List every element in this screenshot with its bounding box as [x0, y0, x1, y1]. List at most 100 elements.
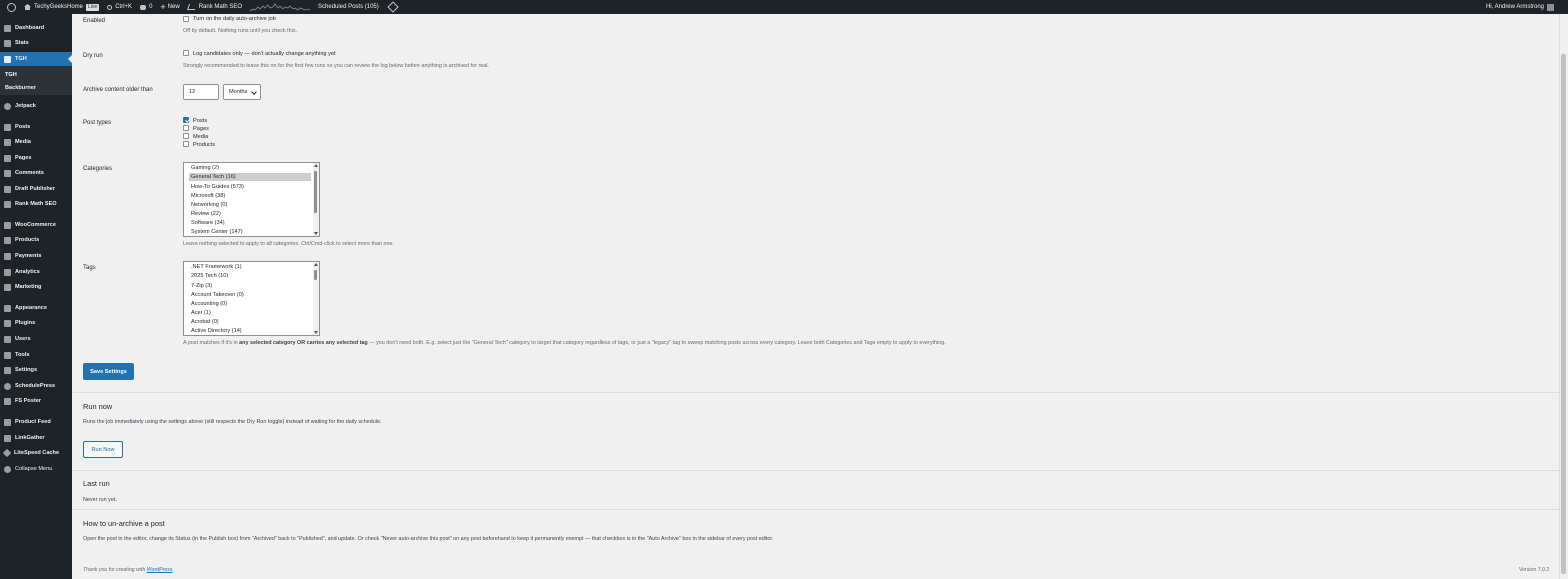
tags-listbox[interactable]: .NET Framework (1) 2025 Tech (10) 7-Zip … — [183, 261, 320, 336]
sidebar-item-payments[interactable]: Payments — [0, 249, 72, 263]
category-option[interactable]: Review (22) — [189, 210, 311, 218]
comments-link[interactable]: 0 — [136, 0, 156, 14]
sidebar-item-fsposter[interactable]: FS Poster — [0, 394, 72, 408]
tag-option[interactable]: 2025 Tech (10) — [189, 272, 311, 280]
site-name-link[interactable]: TechyGeeksHome Live — [20, 0, 103, 14]
sidebar-item-label: Pages — [15, 155, 32, 161]
stats-sparkline[interactable] — [250, 2, 311, 12]
site-name: TechyGeeksHome — [34, 4, 84, 10]
category-option[interactable]: Microsoft (38) — [189, 192, 311, 200]
tags-scrollbar[interactable] — [313, 262, 319, 335]
scrollbar-thumb[interactable] — [314, 171, 317, 213]
sidebar-item-stats[interactable]: Stats — [0, 36, 72, 50]
sidebar-item-tools[interactable]: Tools — [0, 348, 72, 362]
archive-unit-select[interactable]: Months — [223, 84, 261, 100]
payments-icon — [4, 252, 11, 260]
command-palette-button[interactable]: Ctrl+K — [103, 0, 136, 14]
sidebar-item-litespeed[interactable]: LiteSpeed Cache — [0, 446, 72, 460]
enabled-description: Off by default. Nothing runs until you c… — [183, 28, 298, 34]
admin-sidebar: Dashboard Stats TGH TGH Backburner Jetpa… — [0, 14, 72, 579]
new-content-button[interactable]: + New — [156, 0, 183, 14]
tag-option[interactable]: Accounting (0) — [189, 300, 311, 308]
comment-bubble-icon — [140, 4, 147, 10]
sidebar-item-appearance[interactable]: Appearance — [0, 301, 72, 315]
sidebar-item-tgh[interactable]: TGH — [0, 52, 72, 66]
diamond-icon[interactable] — [387, 1, 399, 13]
category-option[interactable]: Networking (0) — [189, 201, 311, 209]
scroll-up-icon[interactable] — [314, 164, 318, 167]
tag-option[interactable]: .NET Framework (1) — [189, 263, 311, 271]
tag-option[interactable]: Active Directory (14) — [189, 327, 311, 335]
submenu-item-tgh[interactable]: TGH — [5, 72, 17, 78]
sidebar-item-posts[interactable]: Posts — [0, 120, 72, 134]
page-scrollbar[interactable] — [1559, 14, 1568, 579]
tag-option[interactable]: Account Takeover (0) — [189, 291, 311, 299]
plus-icon: + — [160, 1, 166, 12]
categories-scrollbar[interactable] — [313, 163, 319, 236]
post-type-products-checkbox[interactable] — [183, 141, 189, 147]
wordpress-logo-icon — [7, 2, 16, 12]
user-greeting: Hi, Andrew Armstrong — [1485, 4, 1544, 10]
last-run-status: Never run yet. — [83, 497, 117, 503]
sidebar-item-label: Analytics — [15, 269, 40, 275]
save-settings-button[interactable]: Save Settings — [83, 363, 134, 380]
sidebar-item-plugins[interactable]: Plugins — [0, 316, 72, 330]
sidebar-item-dashboard[interactable]: Dashboard — [0, 21, 72, 35]
sidebar-item-products[interactable]: Products — [0, 233, 72, 247]
sidebar-item-linkgather[interactable]: LinkGather — [0, 431, 72, 445]
user-account-menu[interactable]: Hi, Andrew Armstrong — [1482, 0, 1568, 14]
category-option[interactable]: System Center (147) — [189, 228, 311, 236]
categories-listbox[interactable]: Gaming (2) General Tech (16) How-To Guid… — [183, 162, 320, 237]
submenu-item-backburner[interactable]: Backburner — [5, 85, 36, 91]
run-now-button[interactable]: Run Now — [83, 441, 123, 458]
category-option[interactable]: Gaming (2) — [189, 164, 311, 172]
sidebar-item-comments[interactable]: Comments — [0, 166, 72, 180]
section-divider — [73, 470, 1560, 471]
scroll-up-icon[interactable] — [314, 263, 318, 266]
scrollbar-thumb[interactable] — [1561, 54, 1566, 574]
post-type-pages-checkbox[interactable] — [183, 125, 189, 131]
sidebar-item-woocommerce[interactable]: WooCommerce — [0, 218, 72, 232]
products-icon — [4, 236, 11, 244]
sidebar-item-marketing[interactable]: Marketing — [0, 280, 72, 294]
sidebar-item-media[interactable]: Media — [0, 135, 72, 149]
sidebar-item-draft-publisher[interactable]: Draft Publisher — [0, 182, 72, 196]
sidebar-item-users[interactable]: Users — [0, 332, 72, 346]
category-option[interactable]: How-To Guides (573) — [189, 183, 311, 191]
sidebar-item-schedulepress[interactable]: SchedulePress — [0, 379, 72, 393]
new-label: New — [167, 4, 180, 10]
enabled-checkbox[interactable] — [183, 16, 189, 22]
categories-label: Categories — [83, 166, 113, 172]
sidebar-item-label: Rank Math SEO — [15, 201, 57, 207]
scroll-down-icon[interactable] — [314, 232, 318, 235]
post-type-media-checkbox[interactable] — [183, 133, 189, 139]
sidebar-item-label: WooCommerce — [15, 222, 56, 228]
sidebar-item-analytics[interactable]: Analytics — [0, 265, 72, 279]
users-icon — [4, 335, 11, 343]
tag-option[interactable]: 7-Zip (3) — [189, 282, 311, 290]
tag-option[interactable]: Acrobat (0) — [189, 318, 311, 326]
sidebar-item-rankmath[interactable]: Rank Math SEO — [0, 197, 72, 211]
wordpress-logo-button[interactable] — [0, 0, 20, 14]
sidebar-item-product-feed[interactable]: Product Feed — [0, 415, 72, 429]
run-now-heading: Run now — [83, 402, 113, 411]
category-option[interactable]: Software (34) — [189, 219, 311, 227]
collapse-menu-button[interactable]: Collapse Menu — [0, 462, 72, 476]
archive-age-input[interactable]: 12 — [183, 84, 219, 100]
category-option-selected[interactable]: General Tech (16) — [189, 173, 311, 181]
dryrun-description: Strongly recommended to leave this on fo… — [183, 63, 489, 69]
tag-option[interactable]: Acer (1) — [189, 309, 311, 317]
sidebar-item-settings[interactable]: Settings — [0, 363, 72, 377]
post-type-posts-checkbox[interactable] — [183, 117, 189, 123]
rankmath-menu[interactable]: Rank Math SEO — [184, 0, 246, 14]
dryrun-checkbox[interactable] — [183, 50, 189, 56]
scrollbar-thumb[interactable] — [314, 270, 317, 280]
sidebar-item-jetpack[interactable]: Jetpack — [0, 99, 72, 113]
scheduled-posts-link[interactable]: Scheduled Posts (105) — [314, 0, 383, 14]
sidebar-item-label: Collapse Menu — [15, 466, 53, 472]
chevron-down-icon — [251, 89, 257, 95]
wordpress-link[interactable]: WordPress — [147, 567, 173, 573]
scroll-down-icon[interactable] — [314, 331, 318, 334]
sidebar-item-pages[interactable]: Pages — [0, 151, 72, 165]
analytics-icon — [4, 268, 11, 276]
